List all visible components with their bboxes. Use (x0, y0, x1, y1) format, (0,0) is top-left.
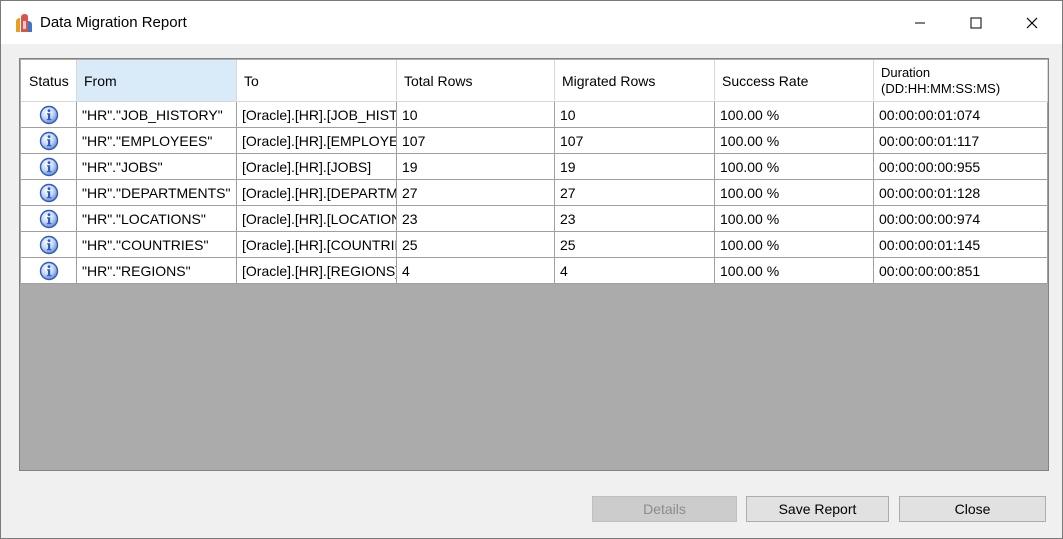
to-cell[interactable]: [Oracle].[HR].[JOBS] (237, 154, 397, 180)
migrated-rows-cell[interactable]: 10 (555, 102, 715, 128)
info-icon (39, 131, 58, 150)
status-cell[interactable] (21, 128, 77, 154)
status-cell[interactable] (21, 102, 77, 128)
migrated-rows-cell[interactable]: 25 (555, 232, 715, 258)
status-cell[interactable] (21, 258, 77, 284)
column-header-success-rate[interactable]: Success Rate (715, 60, 874, 102)
column-header-to[interactable]: To (237, 60, 397, 102)
column-header-duration[interactable]: Duration (DD:HH:MM:SS:MS) (874, 60, 1048, 102)
close-window-button[interactable] (1009, 1, 1055, 44)
status-cell[interactable] (21, 180, 77, 206)
save-report-button[interactable]: Save Report (746, 496, 889, 522)
duration-header-format: (DD:HH:MM:SS:MS) (881, 80, 1001, 96)
to-cell[interactable]: [Oracle].[HR].[REGIONS] (237, 258, 397, 284)
column-header-status[interactable]: Status (21, 60, 77, 102)
table-row[interactable]: "HR"."JOB_HISTORY" [Oracle].[HR].[JOB_HI… (21, 102, 1048, 128)
success-rate-cell[interactable]: 100.00 % (715, 128, 874, 154)
duration-cell[interactable]: 00:00:00:00:851 (874, 258, 1048, 284)
close-button[interactable]: Close (899, 496, 1046, 522)
status-cell[interactable] (21, 154, 77, 180)
to-cell[interactable]: [Oracle].[HR].[COUNTRIES] (237, 232, 397, 258)
info-icon (39, 105, 58, 124)
success-rate-cell[interactable]: 100.00 % (715, 206, 874, 232)
from-cell[interactable]: "HR"."JOBS" (77, 154, 237, 180)
title-bar[interactable]: Data Migration Report (1, 1, 1062, 44)
minimize-icon (915, 22, 925, 23)
duration-cell[interactable]: 00:00:00:01:128 (874, 180, 1048, 206)
table-row[interactable]: "HR"."COUNTRIES" [Oracle].[HR].[COUNTRIE… (21, 232, 1048, 258)
info-icon (39, 183, 58, 202)
from-cell[interactable]: "HR"."JOB_HISTORY" (77, 102, 237, 128)
to-cell[interactable]: [Oracle].[HR].[LOCATIONS] (237, 206, 397, 232)
total-rows-cell[interactable]: 27 (397, 180, 555, 206)
migrated-rows-cell[interactable]: 4 (555, 258, 715, 284)
total-rows-cell[interactable]: 23 (397, 206, 555, 232)
table-row[interactable]: "HR"."REGIONS" [Oracle].[HR].[REGIONS] 4… (21, 258, 1048, 284)
info-icon (39, 209, 58, 228)
table-row[interactable]: "HR"."DEPARTMENTS" [Oracle].[HR].[DEPART… (21, 180, 1048, 206)
migrated-rows-cell[interactable]: 23 (555, 206, 715, 232)
total-rows-cell[interactable]: 25 (397, 232, 555, 258)
success-rate-cell[interactable]: 100.00 % (715, 102, 874, 128)
migrated-rows-cell[interactable]: 107 (555, 128, 715, 154)
status-cell[interactable] (21, 206, 77, 232)
info-icon (39, 235, 58, 254)
migrated-rows-cell[interactable]: 19 (555, 154, 715, 180)
success-rate-cell[interactable]: 100.00 % (715, 154, 874, 180)
column-header-from[interactable]: From (77, 60, 237, 102)
total-rows-cell[interactable]: 19 (397, 154, 555, 180)
total-rows-cell[interactable]: 10 (397, 102, 555, 128)
from-cell[interactable]: "HR"."REGIONS" (77, 258, 237, 284)
success-rate-cell[interactable]: 100.00 % (715, 258, 874, 284)
from-cell[interactable]: "HR"."DEPARTMENTS" (77, 180, 237, 206)
info-icon (39, 157, 58, 176)
from-cell[interactable]: "HR"."COUNTRIES" (77, 232, 237, 258)
total-rows-cell[interactable]: 4 (397, 258, 555, 284)
column-header-migrated-rows[interactable]: Migrated Rows (555, 60, 715, 102)
status-cell[interactable] (21, 232, 77, 258)
duration-cell[interactable]: 00:00:00:00:955 (874, 154, 1048, 180)
data-migration-report-window: Data Migration Report Status From To Tot… (0, 0, 1063, 539)
info-icon (39, 261, 58, 280)
minimize-button[interactable] (897, 1, 943, 44)
duration-header-label: Duration (881, 64, 931, 80)
details-button[interactable]: Details (592, 496, 737, 522)
success-rate-cell[interactable]: 100.00 % (715, 232, 874, 258)
migration-results-grid[interactable]: Status From To Total Rows Migrated Rows … (19, 58, 1049, 471)
close-icon (1026, 17, 1038, 28)
duration-cell[interactable]: 00:00:00:01:145 (874, 232, 1048, 258)
grid-rows: "HR"."JOB_HISTORY" [Oracle].[HR].[JOB_HI… (21, 102, 1048, 284)
migrated-rows-cell[interactable]: 27 (555, 180, 715, 206)
grid-header: Status From To Total Rows Migrated Rows … (21, 60, 1048, 102)
to-cell[interactable]: [Oracle].[HR].[DEPARTMENTS] (237, 180, 397, 206)
to-cell[interactable]: [Oracle].[HR].[EMPLOYEES] (237, 128, 397, 154)
from-cell[interactable]: "HR"."EMPLOYEES" (77, 128, 237, 154)
table-row[interactable]: "HR"."LOCATIONS" [Oracle].[HR].[LOCATION… (21, 206, 1048, 232)
from-cell[interactable]: "HR"."LOCATIONS" (77, 206, 237, 232)
window-title: Data Migration Report (40, 14, 187, 31)
success-rate-cell[interactable]: 100.00 % (715, 180, 874, 206)
maximize-icon (970, 17, 982, 28)
maximize-button[interactable] (953, 1, 999, 44)
to-cell[interactable]: [Oracle].[HR].[JOB_HISTORY] (237, 102, 397, 128)
duration-cell[interactable]: 00:00:00:01:074 (874, 102, 1048, 128)
table-row[interactable]: "HR"."JOBS" [Oracle].[HR].[JOBS] 19 19 1… (21, 154, 1048, 180)
duration-cell[interactable]: 00:00:00:00:974 (874, 206, 1048, 232)
app-icon (16, 14, 32, 32)
duration-cell[interactable]: 00:00:00:01:117 (874, 128, 1048, 154)
table-row[interactable]: "HR"."EMPLOYEES" [Oracle].[HR].[EMPLOYEE… (21, 128, 1048, 154)
total-rows-cell[interactable]: 107 (397, 128, 555, 154)
column-header-total-rows[interactable]: Total Rows (397, 60, 555, 102)
